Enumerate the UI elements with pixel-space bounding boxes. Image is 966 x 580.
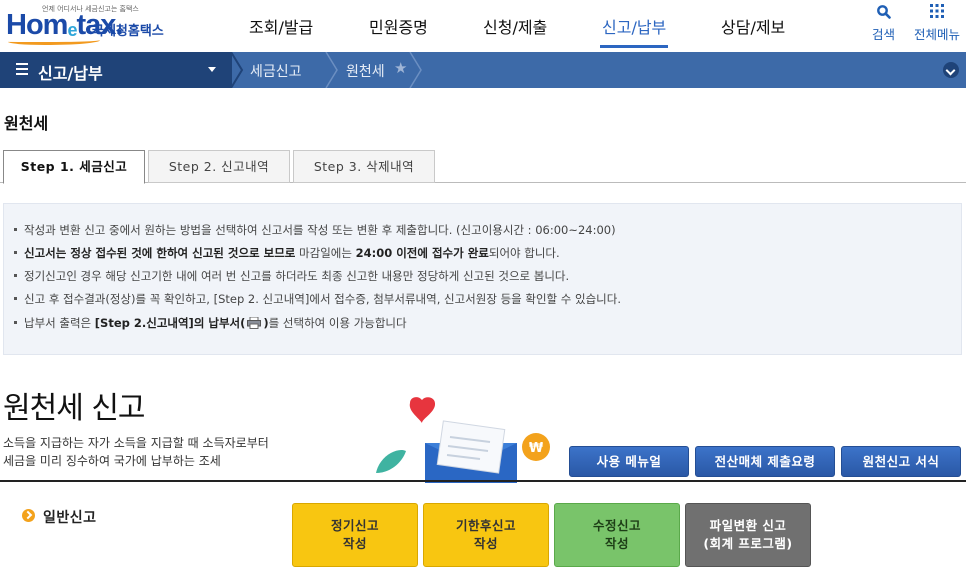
amended-report-line1: 수정신고 [592, 518, 641, 533]
withholding-form-button[interactable]: 원천신고 서식 [841, 446, 961, 477]
search-button[interactable]: 검색 [872, 4, 895, 43]
amended-report-button[interactable]: 수정신고 작성 [554, 503, 680, 567]
search-icon [872, 4, 895, 22]
info-line-3: 정기신고인 경우 해당 신고기한 내에 여러 번 신고를 하더라도 최종 신고한… [13, 269, 570, 283]
info-line-2-bold-c: 24:00 이전에 접수가 완료 [355, 246, 489, 260]
hamburger-icon [16, 63, 28, 77]
file-conversion-line2: (회계 프로그램) [703, 536, 793, 551]
info-line-4: 신고 후 접수결과(정상)를 꼭 확인하고, [Step 2. 신고내역]에서 … [14, 292, 621, 306]
breadcrumb-separator-icon [325, 52, 338, 88]
info-line-5-text-d: 를 선택하여 이용 가능합니다 [268, 316, 407, 330]
logo-korean: 국세청홈택스 [92, 24, 164, 39]
arrow-circle-icon [22, 509, 35, 522]
section-divider [0, 480, 966, 482]
user-manual-button[interactable]: 사용 메뉴얼 [569, 446, 689, 477]
info-line-2-text-b: 마감일에는 [295, 246, 356, 260]
tab-step1-tax-report[interactable]: Step 1. 세금신고 [3, 150, 145, 184]
info-box: 작성과 변환 신고 중에서 원하는 방법을 선택하여 신고서를 작성 또는 변환… [3, 203, 962, 355]
gnb-item-certificate[interactable]: 민원증명 [369, 14, 428, 38]
caret-down-icon [208, 67, 216, 72]
general-report-label: 일반신고 [43, 510, 97, 526]
regular-report-line1: 정기신고 [330, 518, 379, 533]
section-desc-1: 소득을 지급하는 자가 소득을 지급할 때 소득자로부터 [3, 436, 269, 450]
gnb-item-consult[interactable]: 상담/제보 [721, 14, 785, 38]
printer-icon [247, 316, 262, 329]
gnb-item-lookup[interactable]: 조회/발급 [249, 14, 313, 38]
section-title: 원천세 신고 [3, 391, 146, 426]
gnb-item-apply[interactable]: 신청/제출 [483, 14, 547, 38]
late-report-line2: 작성 [473, 536, 498, 551]
info-line-1: 작성과 변환 신고 중에서 원하는 방법을 선택하여 신고서를 작성 또는 변환… [14, 223, 616, 237]
logo-swoosh [8, 37, 100, 45]
favorite-star-icon[interactable]: ★ [394, 59, 407, 77]
info-line-2-bold-a: 신고서는 정상 접수된 것에 한하여 신고된 것으로 보므로 [24, 246, 296, 260]
info-line-5-bold-b: [Step 2.신고내역]의 납부서( [94, 316, 246, 330]
media-submission-guide-button[interactable]: 전산매체 제출요령 [695, 446, 835, 477]
file-conversion-report-button[interactable]: 파일변환 신고 (회계 프로그램) [685, 503, 811, 567]
regular-report-line2: 작성 [342, 536, 367, 551]
envelope-illustration: ₩ [376, 397, 550, 483]
info-line-2: 신고서는 정상 접수된 것에 한하여 신고된 것으로 보므로 마감일에는 24:… [14, 245, 560, 261]
header: 언제 어디서나 세금신고는 홈택스 Hometax. 국세청홈택스 조회/발급 … [0, 0, 966, 52]
nav-menu-label: 신고/납부 [38, 64, 103, 83]
breadcrumb-separator-icon [409, 52, 422, 88]
late-report-button[interactable]: 기한후신고 작성 [423, 503, 549, 567]
gnb-active-underline [600, 45, 668, 48]
info-line-5: 납부서 출력은 [Step 2.신고내역]의 납부서()를 선택하여 이용 가능… [14, 315, 407, 331]
file-conversion-line1: 파일변환 신고 [709, 518, 787, 533]
late-report-line1: 기한후신고 [455, 518, 516, 533]
breadcrumb-tax-report[interactable]: 세금신고 [250, 61, 302, 81]
amended-report-line2: 작성 [604, 536, 629, 551]
location-bar: 신고/납부 세금신고 원천세 ★ [0, 52, 966, 88]
tab-step3-delete-history[interactable]: Step 3. 삭제내역 [293, 150, 435, 183]
gnb-item-report-pay[interactable]: 신고/납부 [602, 14, 666, 38]
all-menu-label: 전체메뉴 [914, 27, 961, 42]
nav-menu-dropdown[interactable]: 신고/납부 [0, 52, 232, 88]
search-label: 검색 [872, 27, 896, 42]
regular-report-button[interactable]: 정기신고 작성 [292, 503, 418, 567]
breadcrumb-withholding[interactable]: 원천세 [346, 61, 385, 81]
tab-step2-report-history[interactable]: Step 2. 신고내역 [148, 150, 290, 183]
info-line-5-text-a: 납부서 출력은 [24, 316, 95, 330]
breadcrumb-separator-icon [230, 52, 244, 88]
hometax-logo[interactable]: 언제 어디서나 세금신고는 홈택스 Hometax. 국세청홈택스 [4, 3, 194, 47]
svg-text:₩: ₩ [529, 441, 544, 456]
page-title: 원천세 [4, 114, 49, 133]
grid-menu-icon [914, 4, 960, 22]
all-menu-button[interactable]: 전체메뉴 [914, 4, 960, 43]
info-line-2-text-d: 되어야 합니다. [488, 246, 560, 260]
section-desc-2: 세금을 미리 징수하여 국가에 납부하는 조세 [3, 454, 221, 468]
expand-chevron-icon[interactable] [943, 62, 959, 78]
